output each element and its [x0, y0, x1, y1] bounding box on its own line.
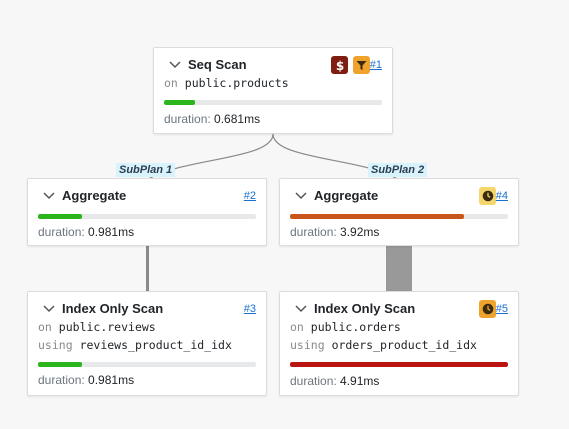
duration-bar-fill: [164, 100, 195, 105]
duration-bar-fill: [38, 362, 82, 367]
chevron-down-icon[interactable]: [42, 302, 56, 316]
duration-label: duration:: [38, 373, 85, 387]
duration-bar: [290, 214, 508, 219]
duration-bar: [164, 100, 382, 105]
duration-line: duration: 0.981ms: [38, 224, 134, 240]
plan-node-index-only-scan-3[interactable]: Index Only Scan #3 on public.reviews usi…: [27, 291, 267, 396]
node-title: Index Only Scan: [314, 301, 416, 316]
using-keyword: using: [290, 338, 325, 352]
duration-value: 4.91ms: [340, 374, 380, 388]
duration-bar: [38, 214, 256, 219]
duration-bar: [290, 362, 508, 367]
relation-line: on public.reviews: [38, 319, 156, 335]
duration-line: duration: 0.981ms: [38, 372, 134, 388]
duration-label: duration:: [38, 225, 85, 239]
index-name: reviews_product_id_idx: [79, 338, 232, 352]
node-id-link[interactable]: #1: [370, 57, 382, 73]
chevron-down-icon[interactable]: [294, 302, 308, 316]
on-keyword: on: [38, 320, 52, 334]
node-id-link[interactable]: #4: [496, 188, 508, 204]
duration-label: duration:: [290, 374, 337, 388]
clock-icon[interactable]: [479, 187, 496, 205]
edge-aggregate2-indexscan2: [386, 246, 412, 292]
plan-canvas[interactable]: SubPlan 1 SubPlan 2 Seq Scan $ #1 on pub…: [0, 0, 569, 429]
plan-node-aggregate-2[interactable]: Aggregate #2 duration: 0.981ms: [27, 178, 267, 246]
duration-line: duration: 0.681ms: [164, 111, 260, 127]
on-keyword: on: [290, 320, 304, 334]
relation-name: public.products: [184, 76, 289, 90]
duration-bar-fill: [38, 214, 82, 219]
node-title: Aggregate: [62, 188, 127, 203]
relation-name: public.orders: [310, 320, 401, 334]
duration-value: 0.981ms: [88, 373, 135, 387]
node-id-link[interactable]: #3: [244, 301, 256, 317]
duration-line: duration: 4.91ms: [290, 373, 379, 389]
subplan-2-label: SubPlan 2: [368, 163, 428, 177]
plan-node-aggregate-4[interactable]: Aggregate #4 duration: 3.92ms: [279, 178, 519, 246]
duration-bar-fill: [290, 362, 508, 367]
duration-value: 0.681ms: [214, 112, 261, 126]
chevron-down-icon[interactable]: [168, 58, 182, 72]
subplan-1-label: SubPlan 1: [116, 163, 176, 177]
clock-icon[interactable]: [479, 300, 496, 318]
duration-value: 3.92ms: [340, 225, 380, 239]
duration-label: duration:: [290, 225, 337, 239]
plan-node-seq-scan[interactable]: Seq Scan $ #1 on public.products duratio…: [153, 47, 393, 134]
on-keyword: on: [164, 76, 178, 90]
duration-bar: [38, 362, 256, 367]
duration-value: 0.981ms: [88, 225, 135, 239]
relation-line: on public.products: [164, 75, 289, 91]
cost-icon[interactable]: $: [331, 56, 348, 74]
duration-line: duration: 3.92ms: [290, 224, 379, 240]
node-title: Seq Scan: [188, 57, 247, 72]
edge-aggregate1-indexscan1: [146, 246, 149, 292]
svg-text:$: $: [335, 59, 343, 72]
index-name: orders_product_id_idx: [331, 338, 477, 352]
node-id-link[interactable]: #5: [496, 301, 508, 317]
chevron-down-icon[interactable]: [42, 189, 56, 203]
duration-bar-fill: [290, 214, 465, 219]
duration-label: duration:: [164, 112, 211, 126]
using-keyword: using: [38, 338, 73, 352]
index-line: using orders_product_id_idx: [290, 337, 477, 353]
relation-name: public.reviews: [58, 320, 156, 334]
index-line: using reviews_product_id_idx: [38, 337, 232, 353]
chevron-down-icon[interactable]: [294, 189, 308, 203]
node-title: Index Only Scan: [62, 301, 164, 316]
relation-line: on public.orders: [290, 319, 401, 335]
node-title: Aggregate: [314, 188, 379, 203]
node-id-link[interactable]: #2: [244, 188, 256, 204]
filter-icon[interactable]: [353, 56, 370, 74]
plan-node-index-only-scan-5[interactable]: Index Only Scan #5 on public.orders usin…: [279, 291, 519, 396]
